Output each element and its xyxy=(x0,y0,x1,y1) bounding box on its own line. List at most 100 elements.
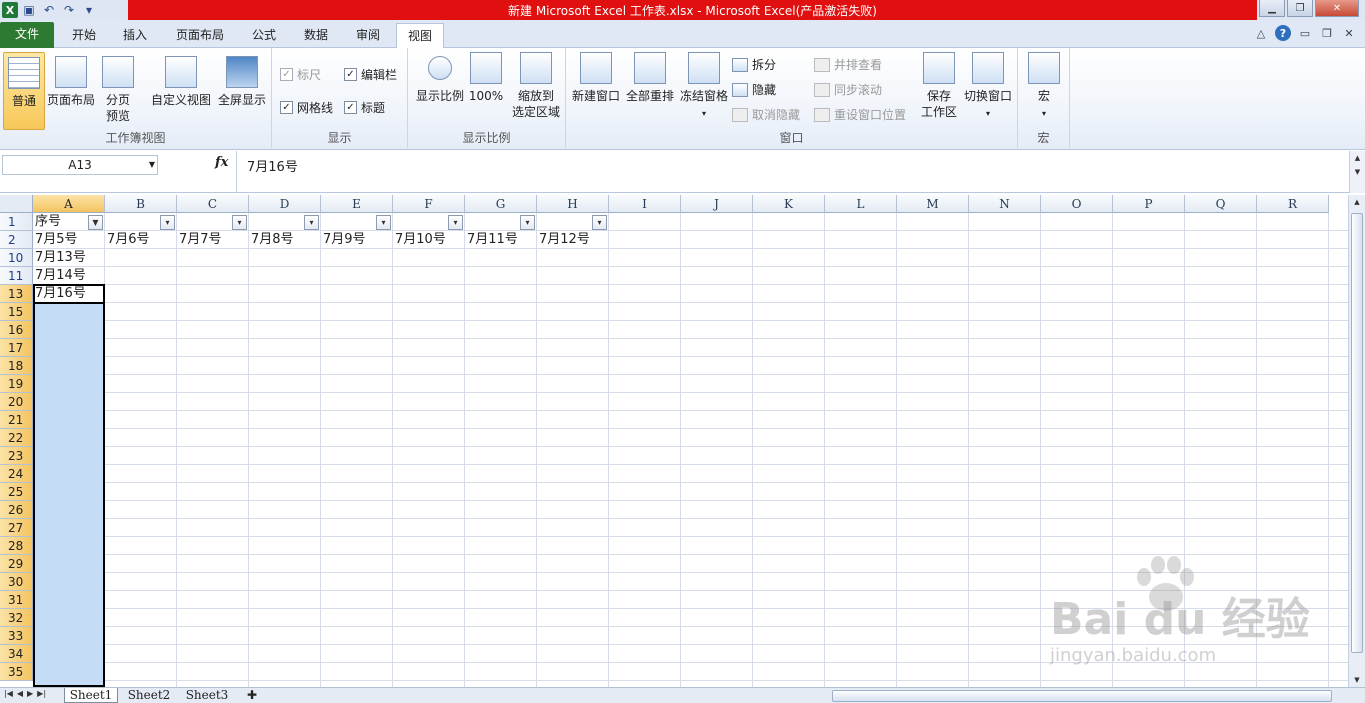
customize-qat-icon[interactable]: ▾ xyxy=(80,1,98,19)
row-header-11[interactable]: 11 xyxy=(0,267,33,285)
close-button[interactable]: ✕ xyxy=(1315,0,1359,17)
redo-icon[interactable]: ↷ xyxy=(60,1,78,19)
scroll-up-icon[interactable]: ▲ xyxy=(1349,195,1365,209)
page-layout-view-button[interactable]: 页面布局 xyxy=(46,52,96,108)
cell-B2[interactable]: 7月6号 xyxy=(105,231,150,249)
column-header-R[interactable]: R xyxy=(1257,195,1329,213)
sheet-tab-3[interactable]: Sheet3 xyxy=(180,688,234,703)
zoom-button[interactable]: 显示比例 xyxy=(412,52,468,104)
macros-button[interactable]: 宏 ▾ xyxy=(1026,52,1062,122)
full-screen-button[interactable]: 全屏显示 xyxy=(215,52,269,108)
first-sheet-icon[interactable]: |◀ xyxy=(4,689,13,698)
tab-file[interactable]: 文件 xyxy=(0,22,54,48)
column-header-Q[interactable]: Q xyxy=(1185,195,1257,213)
insert-sheet-icon[interactable]: ✚ xyxy=(240,688,264,703)
last-sheet-icon[interactable]: ▶| xyxy=(37,689,46,698)
tab-home[interactable]: 开始 xyxy=(60,23,108,48)
normal-view-button[interactable]: 普通 xyxy=(3,52,45,130)
column-header-P[interactable]: P xyxy=(1113,195,1185,213)
column-header-D[interactable]: D xyxy=(249,195,321,213)
collapse-ribbon-icon[interactable]: △ xyxy=(1253,25,1269,41)
close-workbook-icon[interactable]: ✕ xyxy=(1341,25,1357,41)
row-header-25[interactable]: 25 xyxy=(0,483,33,501)
vertical-scrollbar[interactable]: ▲ ▼ xyxy=(1348,195,1365,687)
zoom-to-selection-button[interactable]: 缩放到 选定区域 xyxy=(508,52,564,120)
prev-sheet-icon[interactable]: ◀ xyxy=(17,689,23,698)
scroll-down-icon[interactable]: ▼ xyxy=(1349,673,1365,687)
row-header-19[interactable]: 19 xyxy=(0,375,33,393)
column-header-H[interactable]: H xyxy=(537,195,609,213)
arrange-all-button[interactable]: 全部重排 xyxy=(624,52,676,104)
column-header-C[interactable]: C xyxy=(177,195,249,213)
chevron-down-icon[interactable]: ▼ xyxy=(149,156,155,174)
cell-C2[interactable]: 7月7号 xyxy=(177,231,222,249)
freeze-panes-button[interactable]: 冻结窗格 ▾ xyxy=(678,52,730,122)
cell-A10[interactable]: 7月13号 xyxy=(33,249,86,267)
row-header-28[interactable]: 28 xyxy=(0,537,33,555)
undo-icon[interactable]: ↶ xyxy=(40,1,58,19)
column-header-O[interactable]: O xyxy=(1041,195,1113,213)
column-header-I[interactable]: I xyxy=(609,195,681,213)
column-header-A[interactable]: A xyxy=(33,195,105,213)
headings-checkbox[interactable]: ✓ 标题 xyxy=(344,99,385,116)
row-header-18[interactable]: 18 xyxy=(0,357,33,375)
cell-D2[interactable]: 7月8号 xyxy=(249,231,294,249)
column-header-L[interactable]: L xyxy=(825,195,897,213)
filter-active-icon[interactable]: ▼ xyxy=(88,215,103,230)
gridlines-checkbox[interactable]: ✓ 网格线 xyxy=(280,99,333,116)
tab-formulas[interactable]: 公式 xyxy=(240,23,288,48)
save-icon[interactable]: ▣ xyxy=(20,1,38,19)
filter-dropdown-icon[interactable]: ▾ xyxy=(592,215,607,230)
column-header-E[interactable]: E xyxy=(321,195,393,213)
tab-page-layout[interactable]: 页面布局 xyxy=(166,23,234,48)
row-header-16[interactable]: 16 xyxy=(0,321,33,339)
filter-dropdown-icon[interactable]: ▾ xyxy=(304,215,319,230)
select-all-corner[interactable] xyxy=(0,195,33,213)
cell-F2[interactable]: 7月10号 xyxy=(393,231,446,249)
column-header-B[interactable]: B xyxy=(105,195,177,213)
tab-data[interactable]: 数据 xyxy=(292,23,340,48)
row-header-34[interactable]: 34 xyxy=(0,645,33,663)
zoom-100-button[interactable]: 100% xyxy=(468,52,504,104)
filter-dropdown-icon[interactable]: ▾ xyxy=(160,215,175,230)
switch-windows-button[interactable]: 切换窗口 ▾ xyxy=(962,52,1014,122)
column-header-M[interactable]: M xyxy=(897,195,969,213)
unhide-button[interactable]: 取消隐藏 xyxy=(732,106,800,123)
custom-views-button[interactable]: 自定义视图 xyxy=(148,52,214,108)
row-header-26[interactable]: 26 xyxy=(0,501,33,519)
restore-button[interactable]: ❐ xyxy=(1287,0,1313,17)
row-header-13[interactable]: 13 xyxy=(0,285,33,303)
row-header-32[interactable]: 32 xyxy=(0,609,33,627)
column-header-J[interactable]: J xyxy=(681,195,753,213)
cell-E2[interactable]: 7月9号 xyxy=(321,231,366,249)
sheet-tab-1[interactable]: Sheet1 xyxy=(64,688,118,703)
cell-A1[interactable]: 序号 xyxy=(33,213,61,231)
row-header-2[interactable]: 2 xyxy=(0,231,33,249)
tab-insert[interactable]: 插入 xyxy=(112,23,158,48)
row-header-1[interactable]: 1 xyxy=(0,213,33,231)
row-header-21[interactable]: 21 xyxy=(0,411,33,429)
row-header-29[interactable]: 29 xyxy=(0,555,33,573)
save-workspace-button[interactable]: 保存 工作区 xyxy=(916,52,962,120)
row-header-24[interactable]: 24 xyxy=(0,465,33,483)
minimize-workbook-icon[interactable]: ▭ xyxy=(1297,25,1313,41)
tab-review[interactable]: 审阅 xyxy=(344,23,392,48)
cell-A11[interactable]: 7月14号 xyxy=(33,267,86,285)
sync-scroll-button[interactable]: 同步滚动 xyxy=(814,81,882,98)
insert-function-icon[interactable]: fx xyxy=(215,155,228,170)
row-header-15[interactable]: 15 xyxy=(0,303,33,321)
column-header-F[interactable]: F xyxy=(393,195,465,213)
column-header-K[interactable]: K xyxy=(753,195,825,213)
help-icon[interactable]: ? xyxy=(1275,25,1291,41)
row-header-10[interactable]: 10 xyxy=(0,249,33,267)
column-header-G[interactable]: G xyxy=(465,195,537,213)
filter-dropdown-icon[interactable]: ▾ xyxy=(376,215,391,230)
formula-scroll[interactable]: ▲ ▼ xyxy=(1349,151,1365,193)
formula-bar-checkbox[interactable]: ✓ 编辑栏 xyxy=(344,66,397,83)
tab-view[interactable]: 视图 xyxy=(396,23,444,49)
column-header-N[interactable]: N xyxy=(969,195,1041,213)
new-window-button[interactable]: 新建窗口 xyxy=(570,52,622,104)
filter-dropdown-icon[interactable]: ▾ xyxy=(448,215,463,230)
minimize-button[interactable]: ▁ xyxy=(1259,0,1285,17)
row-header-23[interactable]: 23 xyxy=(0,447,33,465)
